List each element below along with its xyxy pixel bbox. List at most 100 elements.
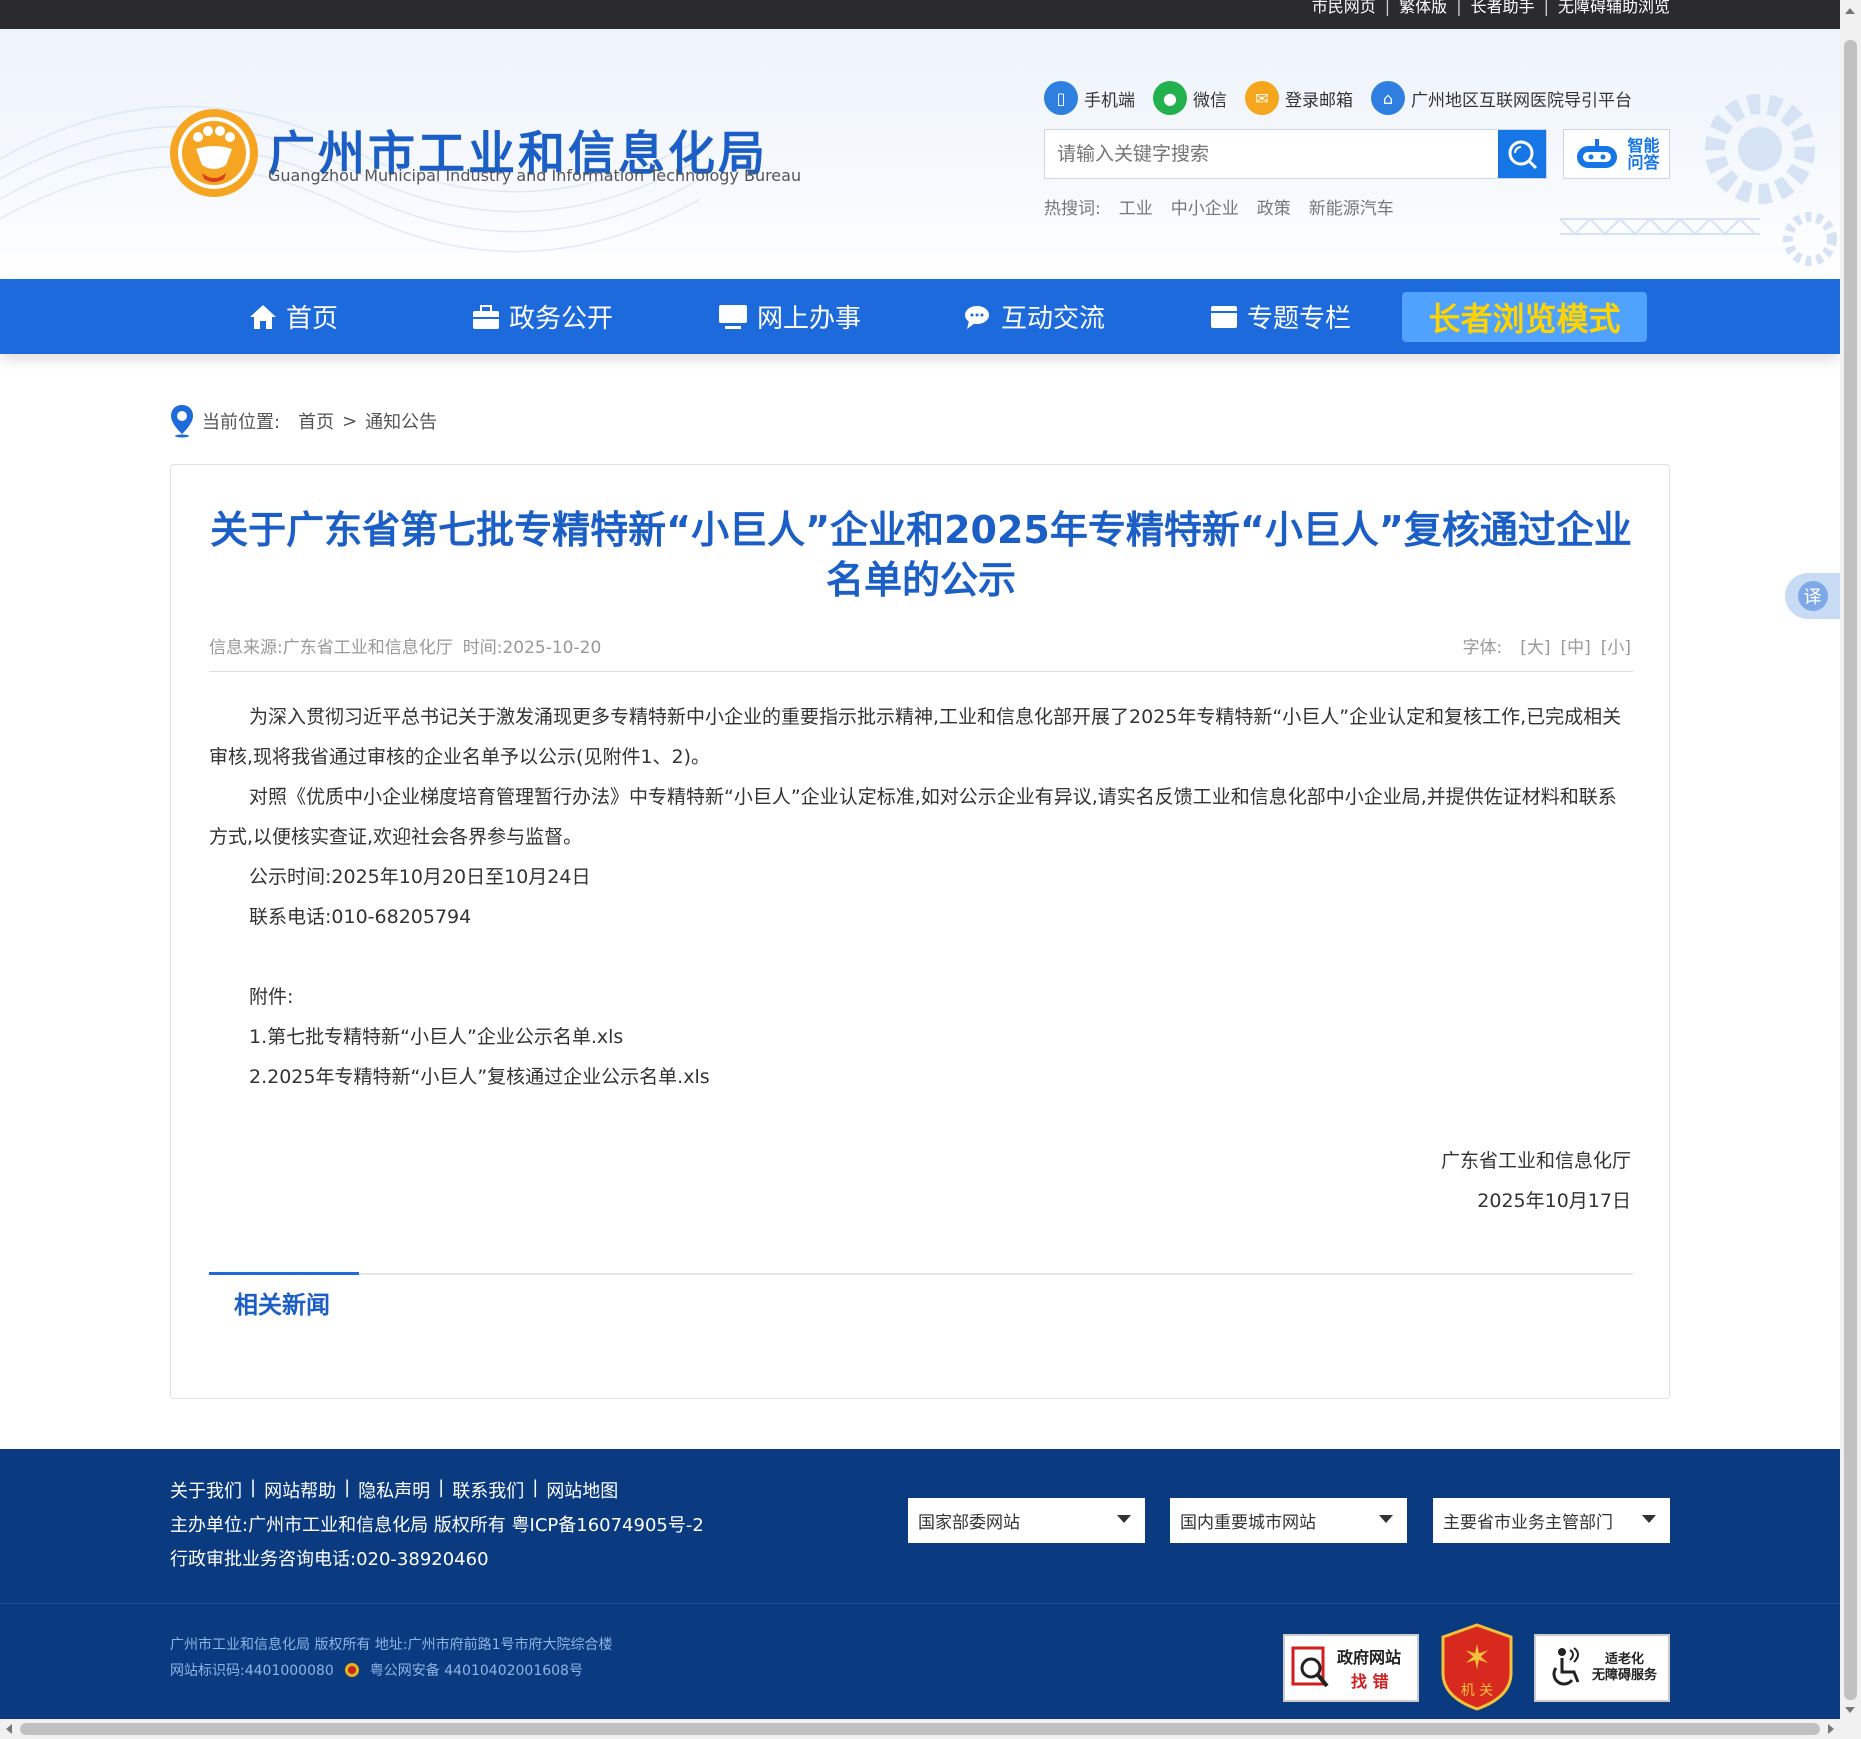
- nav-item-interaction[interactable]: 互动交流: [963, 279, 1105, 354]
- scroll-left-icon[interactable]: [6, 1724, 12, 1734]
- article-meta: 信息来源:广东省工业和信息化厅 时间:2025-10-20: [209, 633, 601, 658]
- footer-link-about[interactable]: 关于我们: [170, 1477, 242, 1503]
- badge-line: 适老化: [1605, 1652, 1645, 1667]
- mail-icon: ✉: [1245, 81, 1279, 115]
- select-value: 国家部委网站: [918, 1513, 1020, 1533]
- scroll-right-icon[interactable]: [1828, 1724, 1834, 1734]
- robot-icon: [1577, 139, 1618, 168]
- quicklink-wechat[interactable]: ● 微信: [1153, 81, 1227, 115]
- badge-line: 无障碍服务: [1592, 1668, 1658, 1683]
- font-size-small[interactable]: [小]: [1601, 633, 1631, 658]
- police-record[interactable]: 粤公网安备 44010402001608号: [370, 1660, 583, 1680]
- article-time: 时间:2025-10-20: [462, 638, 602, 658]
- quicklink-label: 手机端: [1084, 90, 1135, 111]
- article-source: 信息来源:广东省工业和信息化厅: [209, 638, 453, 658]
- scroll-up-icon[interactable]: [1845, 8, 1855, 14]
- badge-line: 找 错: [1351, 1672, 1389, 1691]
- site-footer: 关于我们 | 网站帮助 | 隐私声明 | 联系我们 | 网站地图 主办单位:广州…: [0, 1449, 1840, 1719]
- badge-line: 政府网站: [1337, 1648, 1402, 1667]
- separator: |: [1384, 0, 1391, 16]
- province-depts-select[interactable]: 主要省市业务主管部门: [1433, 1498, 1670, 1543]
- search-button[interactable]: [1498, 130, 1546, 178]
- breadcrumb-home[interactable]: 首页: [298, 408, 334, 434]
- font-size-large[interactable]: [大]: [1520, 633, 1550, 658]
- related-news-tab[interactable]: 相关新闻: [234, 1285, 330, 1320]
- breadcrumb: 当前位置: 首页 > 通知公告: [170, 404, 437, 438]
- separator: |: [250, 1477, 257, 1498]
- quicklink-label: 登录邮箱: [1285, 90, 1353, 111]
- smart-qa-button[interactable]: 智能 问答: [1563, 129, 1670, 179]
- article-signature: 广东省工业和信息化厅 2025年10月17日: [1441, 1141, 1631, 1221]
- nav-item-gov-affairs[interactable]: 政务公开: [471, 279, 613, 354]
- font-size-medium[interactable]: [中]: [1560, 633, 1590, 658]
- gov-site-find-error-badge[interactable]: 政府网站 找 错: [1283, 1634, 1419, 1702]
- breadcrumb-separator: >: [342, 410, 358, 432]
- select-value: 国内重要城市网站: [1180, 1513, 1316, 1533]
- top-link-elder-assistant[interactable]: 长者助手: [1471, 0, 1535, 15]
- elderly-accessibility-badge[interactable]: 适老化 无障碍服务: [1534, 1634, 1670, 1702]
- briefcase-icon: [473, 304, 499, 329]
- footer-codes: 网站标识码:4401000080 粤公网安备 44010402001608号: [170, 1660, 583, 1680]
- signature-org: 广东省工业和信息化厅: [1440, 1150, 1631, 1172]
- nav-label: 首页: [286, 304, 339, 334]
- hotword-item[interactable]: 中小企业: [1171, 194, 1239, 219]
- top-links: 市民网页 | 繁体版 | 长者助手 | 无障碍辅助浏览: [1312, 0, 1670, 20]
- magnifier-icon: [1291, 1646, 1329, 1688]
- footer-host: 主办单位:广州市工业和信息化局 版权所有 粤ICP备16074905号-2: [170, 1515, 704, 1536]
- related-divider: [209, 1272, 1633, 1275]
- nav-item-online-service[interactable]: 网上办事: [717, 279, 861, 354]
- hotword-item[interactable]: 政策: [1257, 194, 1291, 219]
- translate-button[interactable]: 译: [1785, 573, 1840, 619]
- quicklink-hospital[interactable]: ⌂ 广州地区互联网医院导引平台: [1371, 81, 1632, 115]
- quicklink-mail[interactable]: ✉ 登录邮箱: [1245, 81, 1353, 115]
- truss-decoration: [1560, 217, 1760, 236]
- top-link-accessibility[interactable]: 无障碍辅助浏览: [1558, 0, 1670, 15]
- separator: |: [532, 1477, 539, 1498]
- footer-links: 关于我们 | 网站帮助 | 隐私声明 | 联系我们 | 网站地图: [170, 1477, 618, 1503]
- hotword-item[interactable]: 新能源汽车: [1309, 194, 1394, 219]
- mobile-icon: ▯: [1044, 81, 1078, 115]
- nav-item-home[interactable]: 首页: [248, 279, 338, 354]
- party-gov-org-badge[interactable]: ✶ 机 关: [1439, 1623, 1515, 1711]
- footer-link-contact[interactable]: 联系我们: [452, 1477, 524, 1503]
- chevron-down-icon: [1642, 1515, 1656, 1523]
- horizontal-scrollbar[interactable]: [0, 1719, 1840, 1739]
- scroll-down-icon[interactable]: [1845, 1707, 1855, 1713]
- breadcrumb-label: 当前位置:: [202, 412, 281, 433]
- city-sites-select[interactable]: 国内重要城市网站: [1170, 1498, 1407, 1543]
- elder-mode-button[interactable]: 长者浏览模式: [1402, 292, 1647, 342]
- horizontal-scroll-thumb[interactable]: [20, 1723, 1820, 1735]
- vertical-scroll-thumb[interactable]: [1844, 40, 1857, 1700]
- hotword-item[interactable]: 工业: [1119, 194, 1153, 219]
- site-code: 网站标识码:4401000080: [170, 1663, 334, 1679]
- search-input[interactable]: [1045, 130, 1485, 178]
- vertical-scrollbar[interactable]: [1840, 0, 1861, 1739]
- breadcrumb-current[interactable]: 通知公告: [365, 408, 437, 434]
- article-title: 关于广东省第七批专精特新“小巨人”企业和2025年专精特新“小巨人”复核通过企业…: [210, 508, 1632, 602]
- attachment-link[interactable]: 2.2025年专精特新“小巨人”复核通过企业公示名单.xls: [209, 1057, 1633, 1097]
- footer-link-privacy[interactable]: 隐私声明: [358, 1477, 430, 1503]
- related-tab-indicator: [209, 1272, 359, 1275]
- attachment-link[interactable]: 1.第七批专精特新“小巨人”企业公示名单.xls: [209, 1017, 1633, 1057]
- footer-link-sitemap[interactable]: 网站地图: [546, 1477, 618, 1503]
- font-size-label: 字体:: [1462, 638, 1503, 658]
- location-pin-icon: [171, 405, 193, 438]
- separator: |: [438, 1477, 445, 1498]
- nav-label: 互动交流: [1001, 304, 1106, 334]
- search-icon: [1508, 140, 1538, 170]
- nav-label: 政务公开: [509, 304, 614, 334]
- notice-period: 公示时间:2025年10月20日至10月24日: [249, 866, 591, 888]
- title-divider: [209, 671, 1633, 672]
- top-link-traditional[interactable]: 繁体版: [1399, 0, 1447, 15]
- home-icon: [250, 304, 276, 329]
- top-link-citizen[interactable]: 市民网页: [1312, 0, 1376, 15]
- ministry-sites-select[interactable]: 国家部委网站: [908, 1498, 1145, 1543]
- chevron-down-icon: [1379, 1515, 1393, 1523]
- footer-divider: [0, 1603, 1840, 1604]
- hospital-icon: ⌂: [1371, 81, 1405, 115]
- separator: |: [344, 1477, 351, 1498]
- quicklink-mobile[interactable]: ▯ 手机端: [1044, 81, 1135, 115]
- footer-link-help[interactable]: 网站帮助: [264, 1477, 336, 1503]
- nav-item-special-topics[interactable]: 专题专栏: [1209, 279, 1351, 354]
